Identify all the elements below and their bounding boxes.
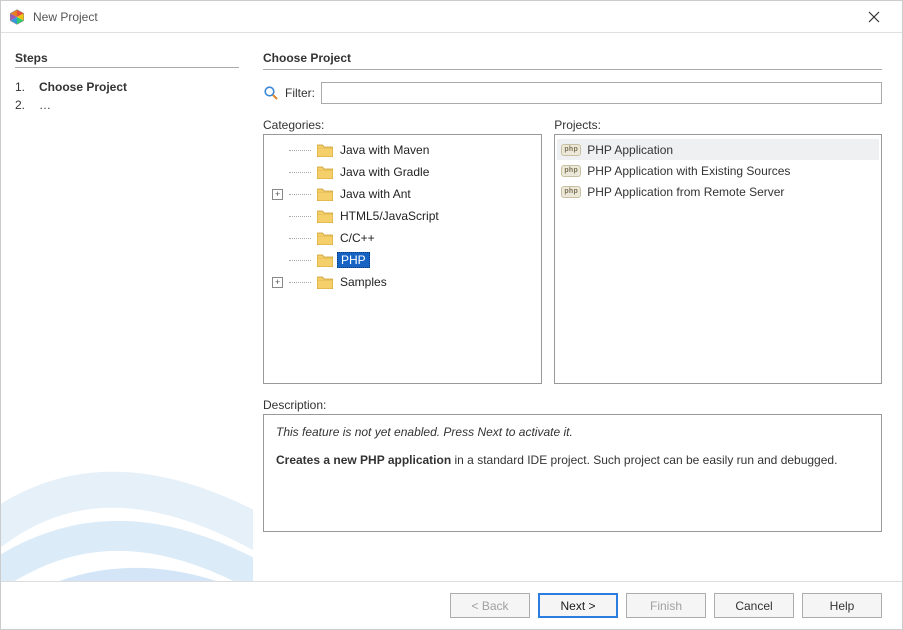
description-box: This feature is not yet enabled. Press N…	[263, 414, 882, 532]
step-number: 2.	[15, 98, 29, 112]
description-rest: in a standard IDE project. Such project …	[451, 453, 837, 467]
expand-icon[interactable]: +	[272, 189, 283, 200]
description-strong: Creates a new PHP application	[276, 453, 451, 467]
step-label: …	[39, 98, 51, 112]
categories-label: Categories:	[263, 118, 542, 132]
window-title: New Project	[33, 10, 854, 24]
steps-rule	[15, 67, 239, 68]
folder-icon	[317, 232, 333, 245]
folder-icon	[317, 166, 333, 179]
tree-spacer	[272, 145, 283, 156]
projects-panel[interactable]: php PHP Application php PHP Application wit…	[554, 134, 882, 384]
tree-spacer	[272, 233, 283, 244]
app-logo-icon	[9, 9, 25, 25]
help-button[interactable]: Help	[802, 593, 882, 618]
filter-row: Filter:	[263, 82, 882, 104]
folder-icon	[317, 144, 333, 157]
category-label: Samples	[337, 275, 390, 289]
next-button[interactable]: Next >	[538, 593, 618, 618]
category-item[interactable]: C/C++	[266, 227, 539, 249]
category-item[interactable]: Java with Maven	[266, 139, 539, 161]
projects-label: Projects:	[554, 118, 882, 132]
sidebar-decoration	[1, 401, 253, 581]
main-rule	[263, 69, 882, 70]
tree-spacer	[272, 255, 283, 266]
description-text: Creates a new PHP application in a stand…	[276, 453, 869, 467]
category-label: Java with Ant	[337, 187, 414, 201]
php-icon: php	[561, 144, 581, 156]
panels: Categories: Java with Maven Java with Gra…	[263, 118, 882, 384]
category-label: HTML5/JavaScript	[337, 209, 442, 223]
step-label: Choose Project	[39, 80, 127, 94]
steps-list: 1. Choose Project 2. …	[15, 78, 239, 114]
description-note: This feature is not yet enabled. Press N…	[276, 425, 869, 439]
main-panel: Choose Project Filter: Categories: Java …	[253, 33, 902, 581]
tree-line	[289, 172, 311, 173]
steps-heading: Steps	[15, 51, 239, 65]
project-item[interactable]: php PHP Application	[557, 139, 879, 160]
cancel-button[interactable]: Cancel	[714, 593, 794, 618]
folder-icon	[317, 210, 333, 223]
category-label: Java with Gradle	[337, 165, 432, 179]
back-button[interactable]: < Back	[450, 593, 530, 618]
content-area: Steps 1. Choose Project 2. … Choose Proj…	[1, 33, 902, 581]
folder-icon	[317, 188, 333, 201]
tree-line	[289, 194, 311, 195]
category-label: PHP	[337, 252, 370, 268]
search-icon	[263, 85, 279, 101]
project-label: PHP Application with Existing Sources	[587, 164, 790, 178]
expand-icon[interactable]: +	[272, 277, 283, 288]
folder-icon	[317, 276, 333, 289]
php-icon: php	[561, 186, 581, 198]
tree-line	[289, 150, 311, 151]
tree-line	[289, 238, 311, 239]
step-item: 1. Choose Project	[15, 78, 239, 96]
project-label: PHP Application from Remote Server	[587, 185, 784, 199]
project-item[interactable]: php PHP Application from Remote Server	[557, 181, 879, 202]
titlebar: New Project	[1, 1, 902, 33]
category-item[interactable]: HTML5/JavaScript	[266, 205, 539, 227]
project-item[interactable]: php PHP Application with Existing Sources	[557, 160, 879, 181]
category-item[interactable]: + Samples	[266, 271, 539, 293]
categories-panel[interactable]: Java with Maven Java with Gradle + Java wit…	[263, 134, 542, 384]
tree-line	[289, 260, 311, 261]
description-label: Description:	[263, 398, 882, 412]
folder-icon	[317, 254, 333, 267]
filter-label: Filter:	[285, 86, 315, 100]
steps-sidebar: Steps 1. Choose Project 2. …	[1, 33, 253, 581]
step-item: 2. …	[15, 96, 239, 114]
tree-line	[289, 216, 311, 217]
page-title: Choose Project	[263, 51, 882, 65]
project-label: PHP Application	[587, 143, 673, 157]
tree-spacer	[272, 167, 283, 178]
close-icon[interactable]	[854, 3, 894, 31]
finish-button[interactable]: Finish	[626, 593, 706, 618]
category-item[interactable]: PHP	[266, 249, 539, 271]
categories-column: Categories: Java with Maven Java with Gra…	[263, 118, 542, 384]
step-number: 1.	[15, 80, 29, 94]
categories-tree: Java with Maven Java with Gradle + Java wit…	[266, 139, 539, 293]
tree-line	[289, 282, 311, 283]
button-bar: < Back Next > Finish Cancel Help	[1, 581, 902, 629]
category-label: C/C++	[337, 231, 378, 245]
tree-spacer	[272, 211, 283, 222]
php-icon: php	[561, 165, 581, 177]
category-label: Java with Maven	[337, 143, 432, 157]
projects-column: Projects: php PHP Application php PHP Appli…	[554, 118, 882, 384]
category-item[interactable]: + Java with Ant	[266, 183, 539, 205]
category-item[interactable]: Java with Gradle	[266, 161, 539, 183]
projects-list: php PHP Application php PHP Application wit…	[557, 139, 879, 202]
filter-input[interactable]	[321, 82, 882, 104]
